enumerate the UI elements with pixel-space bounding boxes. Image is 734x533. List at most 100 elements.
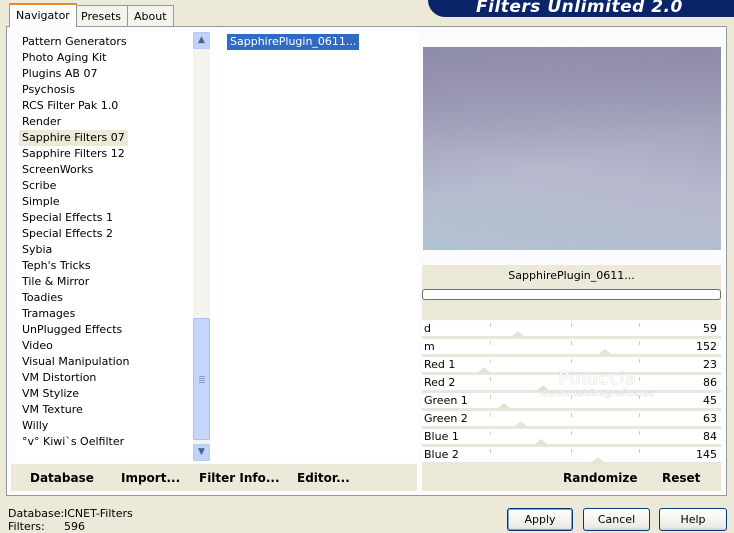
import-button[interactable]: Import... <box>121 471 180 485</box>
editor-button[interactable]: Editor... <box>297 471 350 485</box>
category-item[interactable]: Sapphire Filters 07 <box>19 130 128 146</box>
category-item[interactable]: Tramages <box>19 306 78 322</box>
param-tick <box>490 449 491 453</box>
apply-button[interactable]: Apply <box>507 508 573 531</box>
category-item[interactable]: Teph's Tricks <box>19 258 94 274</box>
param-label: Blue 1 <box>424 430 459 443</box>
param-tick <box>490 431 491 435</box>
param-value: 23 <box>703 358 717 371</box>
param-tick <box>639 431 640 435</box>
param-slider-thumb[interactable] <box>534 439 549 445</box>
category-item[interactable]: Special Effects 1 <box>19 210 116 226</box>
category-list[interactable]: Pattern Generators Photo Aging Kit Plugins… <box>15 31 218 463</box>
category-item[interactable]: RCS Filter Pak 1.0 <box>19 98 121 114</box>
param-label: d <box>424 322 431 335</box>
param-value: 63 <box>703 412 717 425</box>
filter-info-button[interactable]: Filter Info... <box>199 471 280 485</box>
progress-bar <box>422 289 721 300</box>
randomize-button[interactable]: Randomize <box>563 471 637 485</box>
category-item[interactable]: Photo Aging Kit <box>19 50 109 66</box>
reset-button[interactable]: Reset <box>662 471 700 485</box>
param-tick <box>571 341 572 345</box>
param-tick <box>571 449 572 453</box>
param-tick <box>490 395 491 399</box>
category-item[interactable]: Sybia <box>19 242 55 258</box>
param-tick <box>490 377 491 381</box>
param-slider-thumb[interactable] <box>598 349 613 355</box>
param-row[interactable]: Green 2 63 <box>422 411 721 429</box>
param-label: Red 2 <box>424 376 456 389</box>
param-tick <box>571 323 572 327</box>
navigator-button-bar: Database Import... Filter Info... Editor… <box>11 464 417 491</box>
param-row[interactable]: m 152 <box>422 339 721 357</box>
param-value: 86 <box>703 376 717 389</box>
param-slider-thumb[interactable] <box>497 403 512 409</box>
category-item[interactable]: Simple <box>19 194 63 210</box>
parameter-button-bar: Randomize Reset <box>422 464 721 491</box>
app-title-banner: Filters Unlimited 2.0 <box>428 0 734 17</box>
param-label: Green 1 <box>424 394 468 407</box>
current-filter-name: SapphirePlugin_0611... <box>508 269 635 282</box>
param-slider-thumb[interactable] <box>514 421 529 427</box>
category-item[interactable]: °v° Kiwi`s Oelfilter <box>19 434 127 450</box>
param-slider-thumb[interactable] <box>510 331 525 337</box>
category-item[interactable]: Pattern Generators <box>19 34 130 50</box>
param-tick <box>571 431 572 435</box>
watermark-url: www.maidiregrafica.eu <box>540 388 655 399</box>
param-tick <box>571 413 572 417</box>
param-row[interactable]: Blue 1 84 <box>422 429 721 447</box>
param-tick <box>490 323 491 327</box>
category-item[interactable]: Plugins AB 07 <box>19 66 100 82</box>
param-label: Red 1 <box>424 358 456 371</box>
category-item[interactable]: Psychosis <box>19 82 78 98</box>
param-value: 59 <box>703 322 717 335</box>
category-item[interactable]: Special Effects 2 <box>19 226 116 242</box>
category-item[interactable]: VM Texture <box>19 402 86 418</box>
scroll-up-button[interactable]: ▲ <box>193 32 210 49</box>
tab-navigator[interactable]: Navigator <box>9 3 77 27</box>
param-slider-thumb[interactable] <box>476 367 491 373</box>
param-slider-thumb[interactable] <box>591 457 606 463</box>
filters-count-value: 596 <box>64 520 85 533</box>
param-row[interactable]: d 59 <box>422 321 721 339</box>
category-item[interactable]: Sapphire Filters 12 <box>19 146 128 162</box>
category-item[interactable]: UnPlugged Effects <box>19 322 125 338</box>
category-item[interactable]: VM Stylize <box>19 386 82 402</box>
database-value: ICNET-Filters <box>64 507 133 520</box>
param-row[interactable]: Blue 2 145 <box>422 447 721 465</box>
scroll-down-button[interactable]: ▼ <box>193 444 210 461</box>
param-label: Green 2 <box>424 412 468 425</box>
category-item[interactable]: Render <box>19 114 64 130</box>
category-scrollbar[interactable]: ▲ ▼ <box>193 32 210 461</box>
category-item[interactable]: ScreenWorks <box>19 162 96 178</box>
database-button[interactable]: Database <box>30 471 94 485</box>
param-tick <box>571 359 572 363</box>
help-button[interactable]: Help <box>659 508 727 531</box>
category-item[interactable]: Willy <box>19 418 51 434</box>
param-label: Blue 2 <box>424 448 459 461</box>
watermark-name: Pinuccia <box>558 368 637 389</box>
tab-presets[interactable]: Presets <box>74 5 129 26</box>
category-item[interactable]: Toadies <box>19 290 66 306</box>
param-tick <box>490 359 491 363</box>
filter-item-selected[interactable]: SapphirePlugin_0611... <box>227 34 360 50</box>
category-item[interactable]: Tile & Mirror <box>19 274 92 290</box>
param-value: 45 <box>703 394 717 407</box>
param-tick <box>490 413 491 417</box>
preview-image <box>423 47 721 250</box>
param-tick <box>639 323 640 327</box>
category-item[interactable]: Scribe <box>19 178 59 194</box>
param-value: 84 <box>703 430 717 443</box>
scroll-thumb[interactable] <box>193 318 210 440</box>
database-label: Database: <box>8 507 65 520</box>
category-item[interactable]: Video <box>19 338 56 354</box>
filters-count-label: Filters: <box>8 520 45 533</box>
tab-about[interactable]: About <box>127 5 174 26</box>
category-item[interactable]: VM Distortion <box>19 370 99 386</box>
param-tick <box>639 413 640 417</box>
cancel-button[interactable]: Cancel <box>583 508 650 531</box>
filter-list[interactable]: SapphirePlugin_0611... <box>220 31 418 463</box>
category-item[interactable]: Visual Manipulation <box>19 354 132 370</box>
watermark: Pinuccia www.maidiregrafica.eu <box>505 368 690 399</box>
param-value: 152 <box>696 340 717 353</box>
